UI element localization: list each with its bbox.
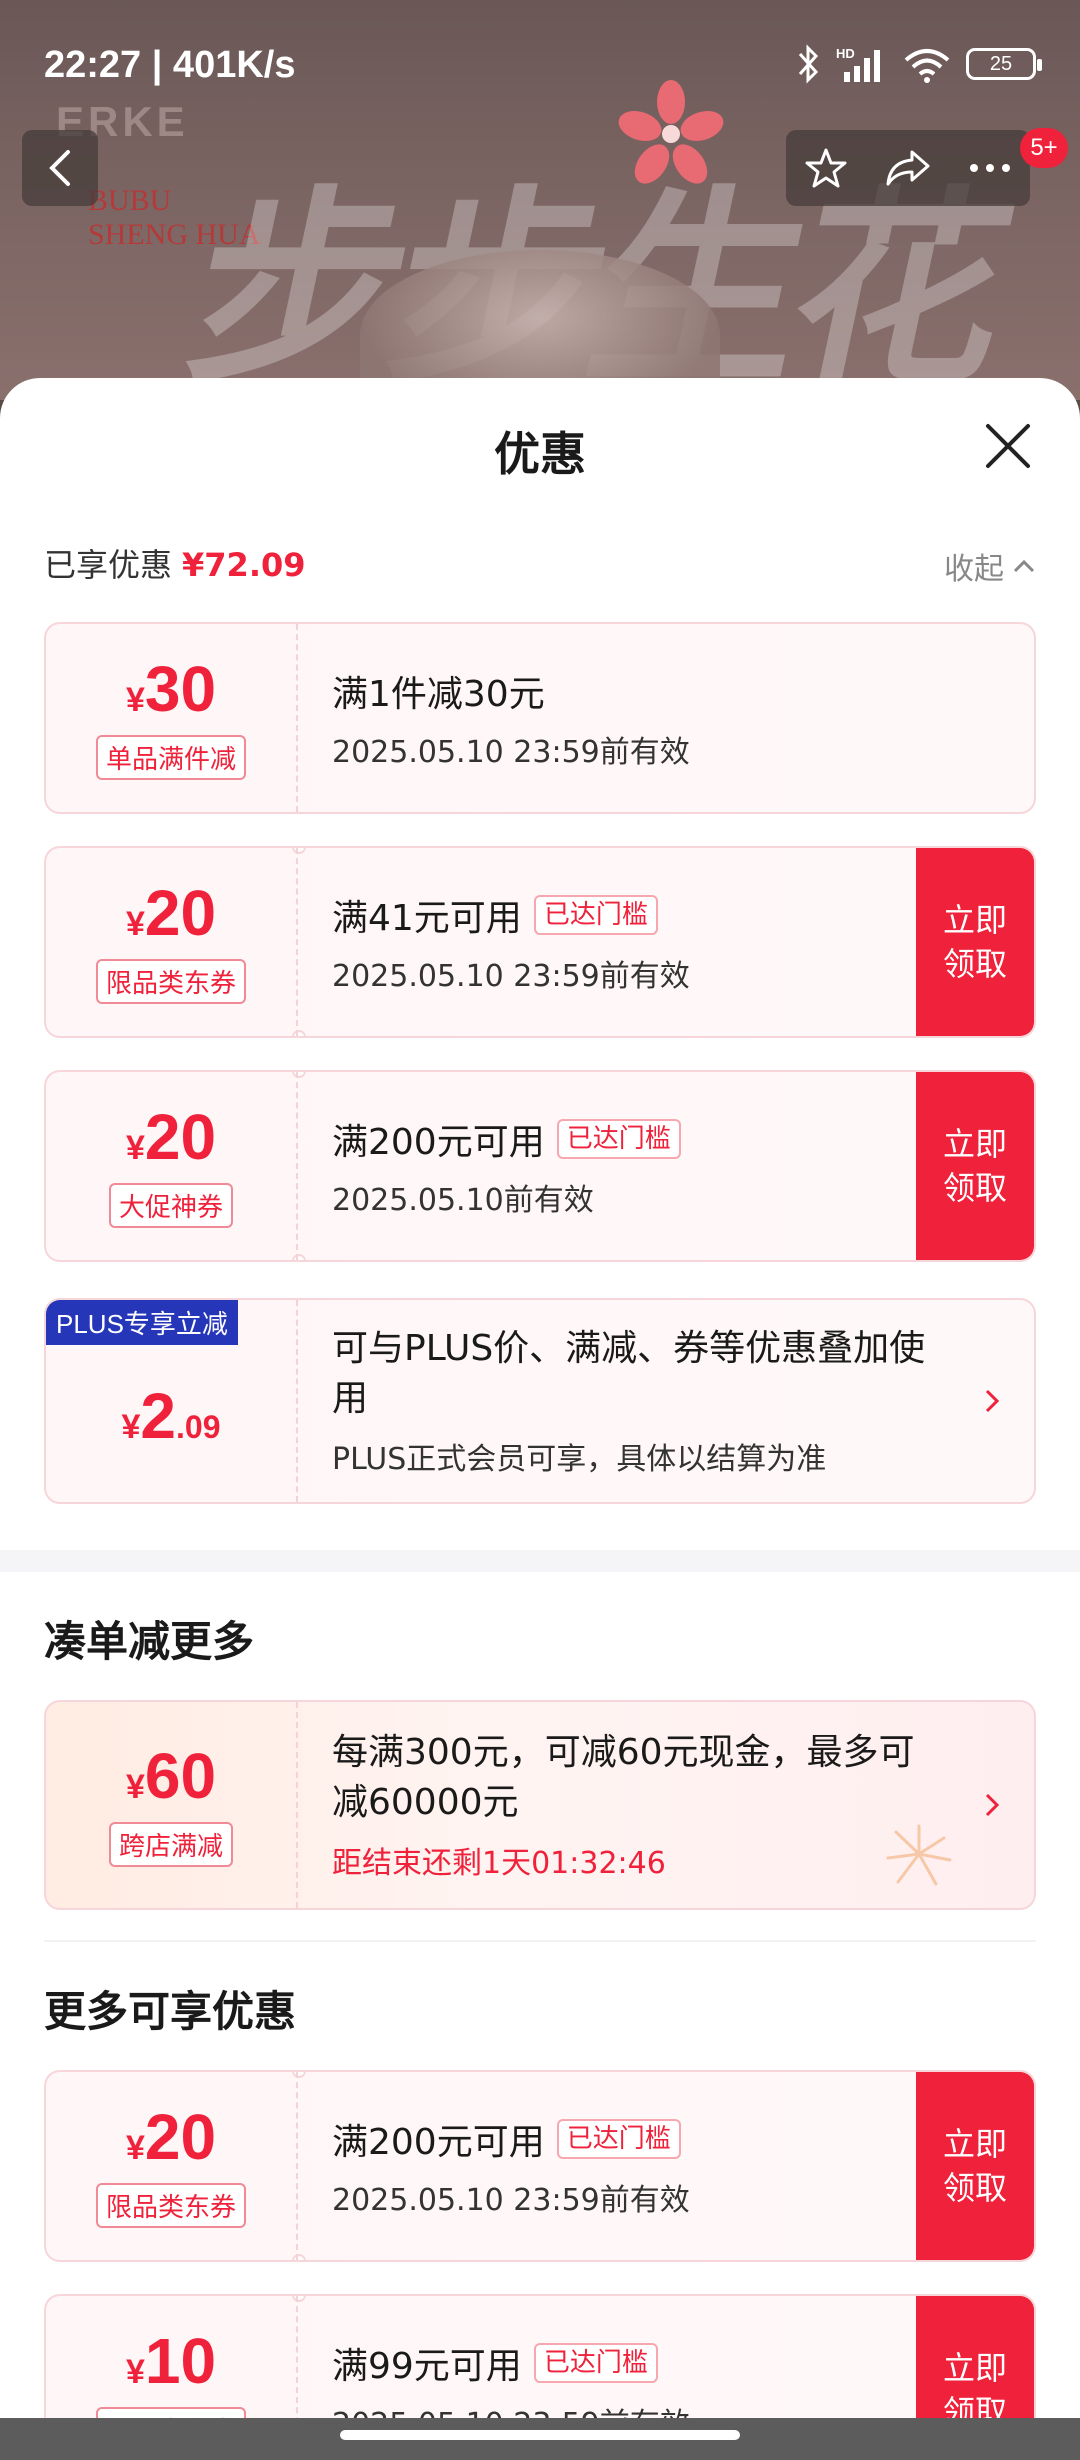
status-bar: 22:27 | 401K/s HD 25 <box>0 0 1080 130</box>
coupon-amount: ¥30 <box>125 652 217 725</box>
collapse-label: 收起 <box>944 552 1004 587</box>
top-actions <box>786 130 1030 206</box>
coupon-card: ¥10 限品类东券 满99元可用已达门槛 2025.05.10 23:59前有效… <box>44 2294 1036 2418</box>
chevron-right-icon <box>985 1793 1000 1817</box>
plus-desc: PLUS正式会员可享，具体以结算为准 <box>332 1442 827 1477</box>
signal-icon: HD <box>836 46 880 82</box>
threshold-chip: 已达门槛 <box>556 2119 681 2159</box>
discount-sheet: 优惠 已享优惠 ¥72.09 收起 ¥30 单品满件减 满1件减30元 2025.… <box>0 378 1080 2418</box>
coupon-validity: 2025.05.10 23:59前有效 <box>332 959 690 994</box>
coupon-body: 满41元可用 已达门槛 2025.05.10 23:59前有效 <box>332 848 690 1036</box>
close-icon[interactable] <box>980 418 1036 474</box>
coupon-body: 满200元可用 已达门槛 2025.05.10 23:59前有效 <box>332 2072 690 2260</box>
coupon-tag: 大促神券 <box>108 1182 233 1228</box>
coupon-validity: 2025.05.10 23:59前有效 <box>332 735 690 770</box>
coupon-card: ¥20 限品类东券 满200元可用 已达门槛 2025.05.10 23:59前有… <box>44 2070 1036 2262</box>
claim-button[interactable]: 立即 领取 <box>916 2296 1034 2418</box>
coupon-card: ¥20 大促神券 满200元可用 已达门槛 2025.05.10前有效 立即 领取 <box>44 1070 1036 1262</box>
svg-text:HD: HD <box>836 46 855 61</box>
enjoyed-label: 已享优惠 <box>44 546 173 584</box>
coupon-card: ¥20 限品类东券 满41元可用 已达门槛 2025.05.10 23:59前有效… <box>44 846 1036 1038</box>
divider <box>44 1940 1036 1942</box>
coupon-amount: ¥20 <box>125 2100 217 2173</box>
cross-value-area: ¥60 跨店满减 <box>46 1702 298 1908</box>
coupon-title: 满200元可用 <box>332 1122 545 1163</box>
cart-badge: 5+ <box>1020 128 1068 168</box>
claim-button[interactable]: 立即 领取 <box>916 1072 1034 1260</box>
chevron-left-icon <box>49 150 70 186</box>
threshold-chip: 已达门槛 <box>556 1119 681 1159</box>
enjoyed-discount: 已享优惠 ¥72.09 <box>44 540 306 586</box>
star-icon[interactable] <box>804 146 848 190</box>
coupon-tag: 限品类东券 <box>95 2406 246 2418</box>
plus-value-area: ¥2.09 <box>46 1300 298 1502</box>
firework-decoration-icon <box>886 1824 952 1886</box>
back-button[interactable] <box>22 130 98 206</box>
countdown-text: 距结束还剩1天01:32:46 <box>332 1846 666 1881</box>
plus-title: 可与PLUS价、满减、券等优惠叠加使用 <box>332 1328 926 1419</box>
threshold-chip: 已达门槛 <box>533 895 658 935</box>
plus-amount: ¥2.09 <box>121 1380 221 1452</box>
coupon-title: 满41元可用 <box>332 898 522 939</box>
section-title-more: 凑单减更多 <box>44 1617 255 1666</box>
cross-store-discount-card[interactable]: ¥60 跨店满减 每满300元，可减60元现金，最多可减60000元 距结束还剩… <box>44 1700 1036 1910</box>
coupon-validity: 2025.05.10 23:59前有效 <box>332 2183 690 2218</box>
share-icon[interactable] <box>884 146 932 190</box>
coupon-value-area: ¥20 限品类东券 <box>46 848 298 1036</box>
coupon-amount: ¥20 <box>125 876 217 949</box>
coupon-title: 满99元可用 <box>332 2346 522 2387</box>
section-separator <box>0 1550 1080 1572</box>
coupon-value-area: ¥20 大促神券 <box>46 1072 298 1260</box>
sheet-title: 优惠 <box>494 427 586 481</box>
coupon-tag: 限品类东券 <box>95 958 246 1004</box>
coupon-validity: 2025.05.10 23:59前有效 <box>332 2399 690 2418</box>
coupon-value-area: ¥30 单品满件减 <box>46 624 298 812</box>
coupon-body: 满99元可用已达门槛 2025.05.10 23:59前有效 <box>332 2296 690 2418</box>
coupon-amount: ¥10 <box>125 2324 217 2397</box>
wifi-icon <box>904 49 950 83</box>
enjoyed-amount: ¥72.09 <box>182 546 306 584</box>
cross-body: 每满300元，可减60元现金，最多可减60000元 距结束还剩1天01:32:4… <box>332 1702 942 1908</box>
more-icon[interactable] <box>968 162 1012 174</box>
coupon-title: 满200元可用 <box>332 2122 545 2163</box>
coupon-tag: 限品类东券 <box>95 2182 246 2228</box>
cross-tag: 跨店满减 <box>108 1821 233 1867</box>
battery-icon: 25 <box>966 48 1042 80</box>
coupon-validity: 2025.05.10前有效 <box>332 1183 594 1218</box>
chevron-up-icon <box>1013 559 1035 573</box>
coupon-card[interactable]: ¥30 单品满件减 满1件减30元 2025.05.10 23:59前有效 <box>44 622 1036 814</box>
collapse-toggle[interactable]: 收起 <box>944 544 1036 588</box>
coupon-value-area: ¥10 限品类东券 <box>46 2296 298 2418</box>
coupon-value-area: ¥20 限品类东券 <box>46 2072 298 2260</box>
status-icons: HD 25 <box>794 44 1042 84</box>
coupon-title: 满1件减30元 <box>332 674 545 715</box>
section-title-extra: 更多可享优惠 <box>44 1987 297 2036</box>
coupon-tag: 单品满件减 <box>95 734 246 780</box>
coupon-body: 满1件减30元 2025.05.10 23:59前有效 <box>332 624 690 812</box>
status-time: 22:27 | 401K/s <box>44 44 296 86</box>
threshold-chip: 已达门槛 <box>533 2343 658 2383</box>
coupon-amount: ¥20 <box>125 1100 217 1173</box>
claim-button[interactable]: 立即 领取 <box>916 848 1034 1036</box>
chevron-right-icon <box>985 1389 1000 1413</box>
bluetooth-icon <box>798 44 819 84</box>
home-indicator[interactable] <box>340 2430 740 2440</box>
cross-amount: ¥60 <box>125 1739 217 1812</box>
cross-title: 每满300元，可减60元现金，最多可减60000元 <box>332 1732 915 1823</box>
plus-discount-card[interactable]: PLUS专享立减 ¥2.09 可与PLUS价、满减、券等优惠叠加使用 PLUS正… <box>44 1298 1036 1504</box>
plus-body: 可与PLUS价、满减、券等优惠叠加使用 PLUS正式会员可享，具体以结算为准 <box>332 1300 952 1502</box>
claim-button[interactable]: 立即 领取 <box>916 2072 1034 2260</box>
coupon-body: 满200元可用 已达门槛 2025.05.10前有效 <box>332 1072 681 1260</box>
